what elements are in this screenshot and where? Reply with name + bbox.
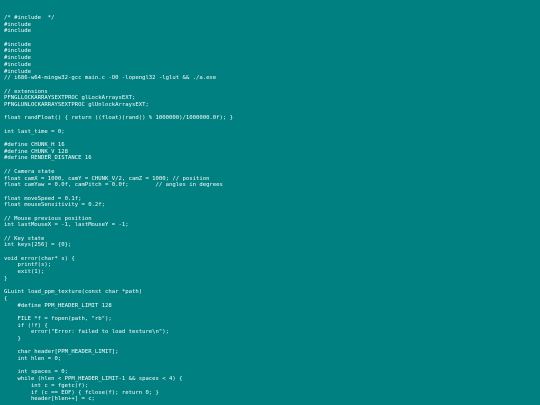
code-line: #define RENDER_DISTANCE 16 (4, 155, 92, 162)
code-line: #define PPM_HEADER_LIMIT 128 (4, 302, 112, 309)
code-line: #include (4, 48, 31, 55)
code-line: if (!f) { (4, 322, 48, 329)
code-line: PFNGLLOCKARRAYSEXTPROC glLockArraysEXT; (4, 95, 136, 102)
code-line: // Camera state (4, 168, 55, 175)
code-line: FILE *f = fopen(path, "rb"); (4, 315, 112, 322)
code-view[interactable]: /* #include */#include #include #include #i… (4, 15, 536, 403)
code-line: while (hlen < PPM_HEADER_LIMIT-1 && spac… (4, 376, 183, 383)
code-line: float camYaw = 0.0f, camPitch = 0.0f; //… (4, 182, 223, 189)
code-line: char header[PPM_HEADER_LIMIT]; (4, 349, 119, 356)
code-line: #define CHUNK_V 128 (4, 148, 68, 155)
code-line: /* #include */ (4, 15, 55, 21)
code-line: #include (4, 21, 31, 28)
code-line: int spaces = 0; (4, 369, 68, 376)
code-line: // Key state (4, 235, 45, 242)
code-line: int keys[256] = {0}; (4, 242, 72, 249)
code-line: int lastMouseX = -1, lastMouseY = -1; (4, 222, 129, 229)
code-line: #define CHUNK_H 16 (4, 142, 65, 149)
code-line: } (4, 336, 21, 342)
code-line: #include (4, 41, 31, 48)
code-line: #include (4, 55, 31, 62)
code-line: if (c == EOF) { fclose(f); return 0; } (4, 389, 159, 396)
code-line: printf(s); (4, 262, 52, 269)
code-line: float camX = 1000, camY = CHUNK_V/2, cam… (4, 175, 210, 182)
code-line: int c = fgetc(f); (4, 382, 89, 389)
code-line: GLuint load_ppm_texture(const char *path… (4, 289, 143, 296)
code-line: float mouseSensitivity = 0.2f; (4, 202, 106, 209)
code-line: #include (4, 68, 31, 75)
code-line: // extensions (4, 88, 48, 95)
code-line: exit(1); (4, 269, 45, 276)
code-line: int last_time = 0; (4, 128, 65, 135)
code-line: error("Error: failed to load texture\n")… (4, 329, 170, 336)
code-line: float moveSpeed = 0.1f; (4, 195, 82, 202)
code-line: void error(char* s) { (4, 255, 75, 262)
code-line: // Mouse previous position (4, 215, 92, 222)
code-line: PFNGLUNLOCKARRAYSEXTPROC glUnlockArraysE… (4, 101, 149, 108)
code-line: { (4, 295, 8, 302)
code-line: int hlen = 0; (4, 356, 62, 363)
code-line: } (4, 275, 8, 282)
code-line: header[hlen++] = c; (4, 396, 95, 403)
code-line: float randFloat() { return ((float)(rand… (4, 115, 234, 122)
code-line: // i686-w64-mingw32-gcc main.c -O0 -lope… (4, 75, 217, 82)
code-line: #include (4, 61, 31, 68)
code-line: #include (4, 28, 31, 35)
